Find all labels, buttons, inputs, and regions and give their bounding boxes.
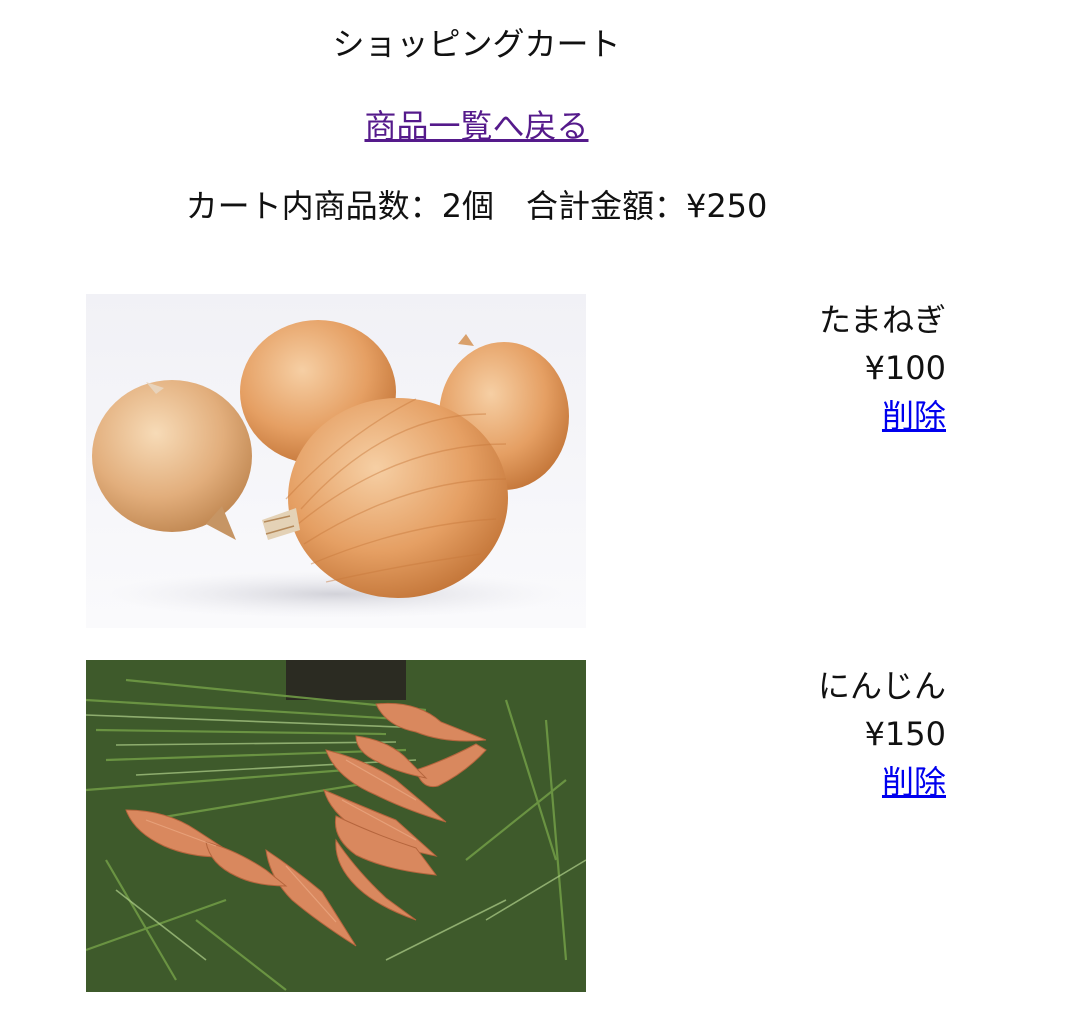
delete-link[interactable]: 削除 [882,763,946,801]
carrot-photo [86,660,586,994]
back-to-products-container: 商品一覧へ戻る [0,104,953,148]
item-info: にんじん ¥150 削除 [818,662,946,806]
item-name: にんじん [817,667,946,705]
onion-image [86,294,586,628]
back-to-products-link[interactable]: 商品一覧へ戻る [364,107,588,145]
cart-summary: カート内商品数：2個 合計金額：¥250 [185,187,768,225]
item-info: たまねぎ ¥100 削除 [819,296,946,440]
page-title: ショッピングカート [332,25,621,63]
item-price: ¥100 [864,349,946,387]
onion-photo [86,294,586,628]
carrot-image [86,660,586,992]
cart-item: にんじん ¥150 削除 [86,660,946,994]
item-name: たまねぎ [818,301,946,339]
cart-item: たまねぎ ¥100 削除 [86,294,946,628]
delete-link[interactable]: 削除 [882,397,946,435]
item-price: ¥150 [864,715,946,753]
